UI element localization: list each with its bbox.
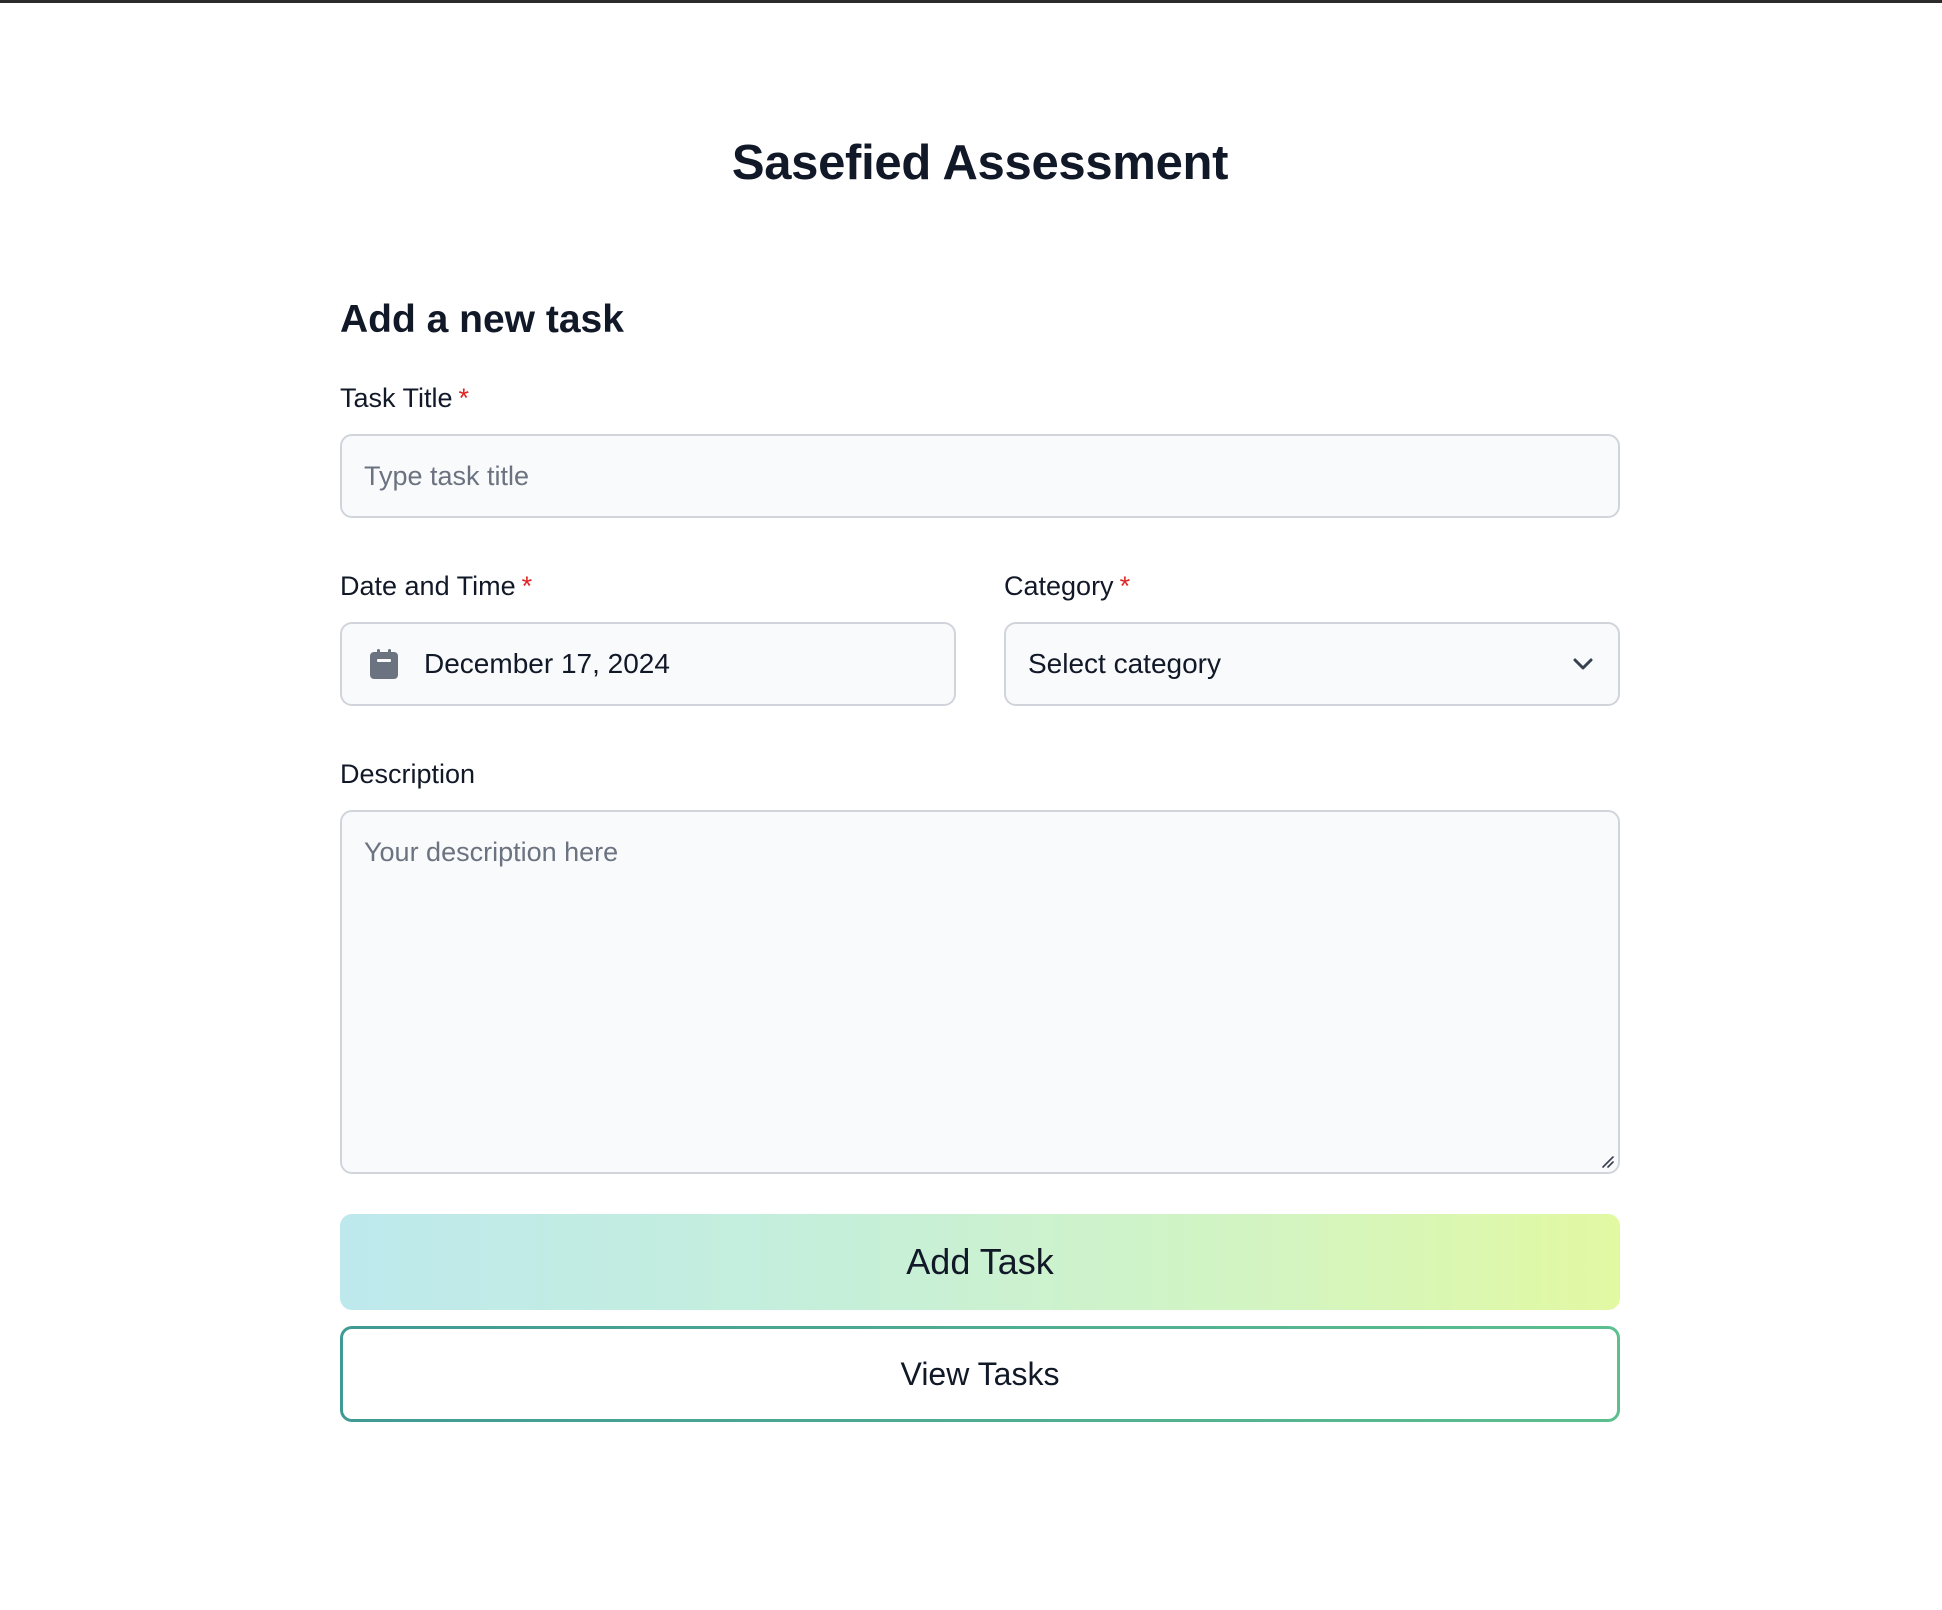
required-marker: *	[521, 571, 533, 601]
resize-handle-icon[interactable]	[1598, 1152, 1614, 1168]
date-time-picker[interactable]: December 17, 2024	[340, 622, 956, 706]
top-border	[0, 0, 1942, 3]
description-label-text: Description	[340, 759, 476, 789]
calendar-icon	[370, 649, 398, 679]
description-textarea[interactable]	[342, 812, 1618, 1172]
category-label-text: Category	[1004, 571, 1114, 601]
page-title: Sasefied Assessment	[731, 136, 1229, 190]
description-field	[340, 810, 1620, 1174]
add-task-button[interactable]: Add Task	[340, 1214, 1620, 1310]
task-title-field	[340, 434, 1620, 518]
description-label: Description	[340, 756, 475, 792]
date-time-label: Date and Time *	[340, 568, 532, 604]
task-title-label: Task Title *	[340, 380, 469, 416]
form-heading: Add a new task	[340, 298, 624, 341]
date-time-label-text: Date and Time	[340, 571, 516, 601]
required-marker: *	[1119, 571, 1131, 601]
category-label: Category *	[1004, 568, 1130, 604]
category-select[interactable]: Select category	[1004, 622, 1620, 706]
task-title-input[interactable]	[342, 436, 1618, 516]
chevron-down-icon	[1573, 658, 1593, 670]
category-selected-value: Select category	[1028, 648, 1221, 679]
view-tasks-button[interactable]: View Tasks	[340, 1326, 1620, 1422]
date-time-value: December 17, 2024	[424, 648, 670, 679]
required-marker: *	[458, 383, 470, 413]
task-title-label-text: Task Title	[340, 383, 453, 413]
